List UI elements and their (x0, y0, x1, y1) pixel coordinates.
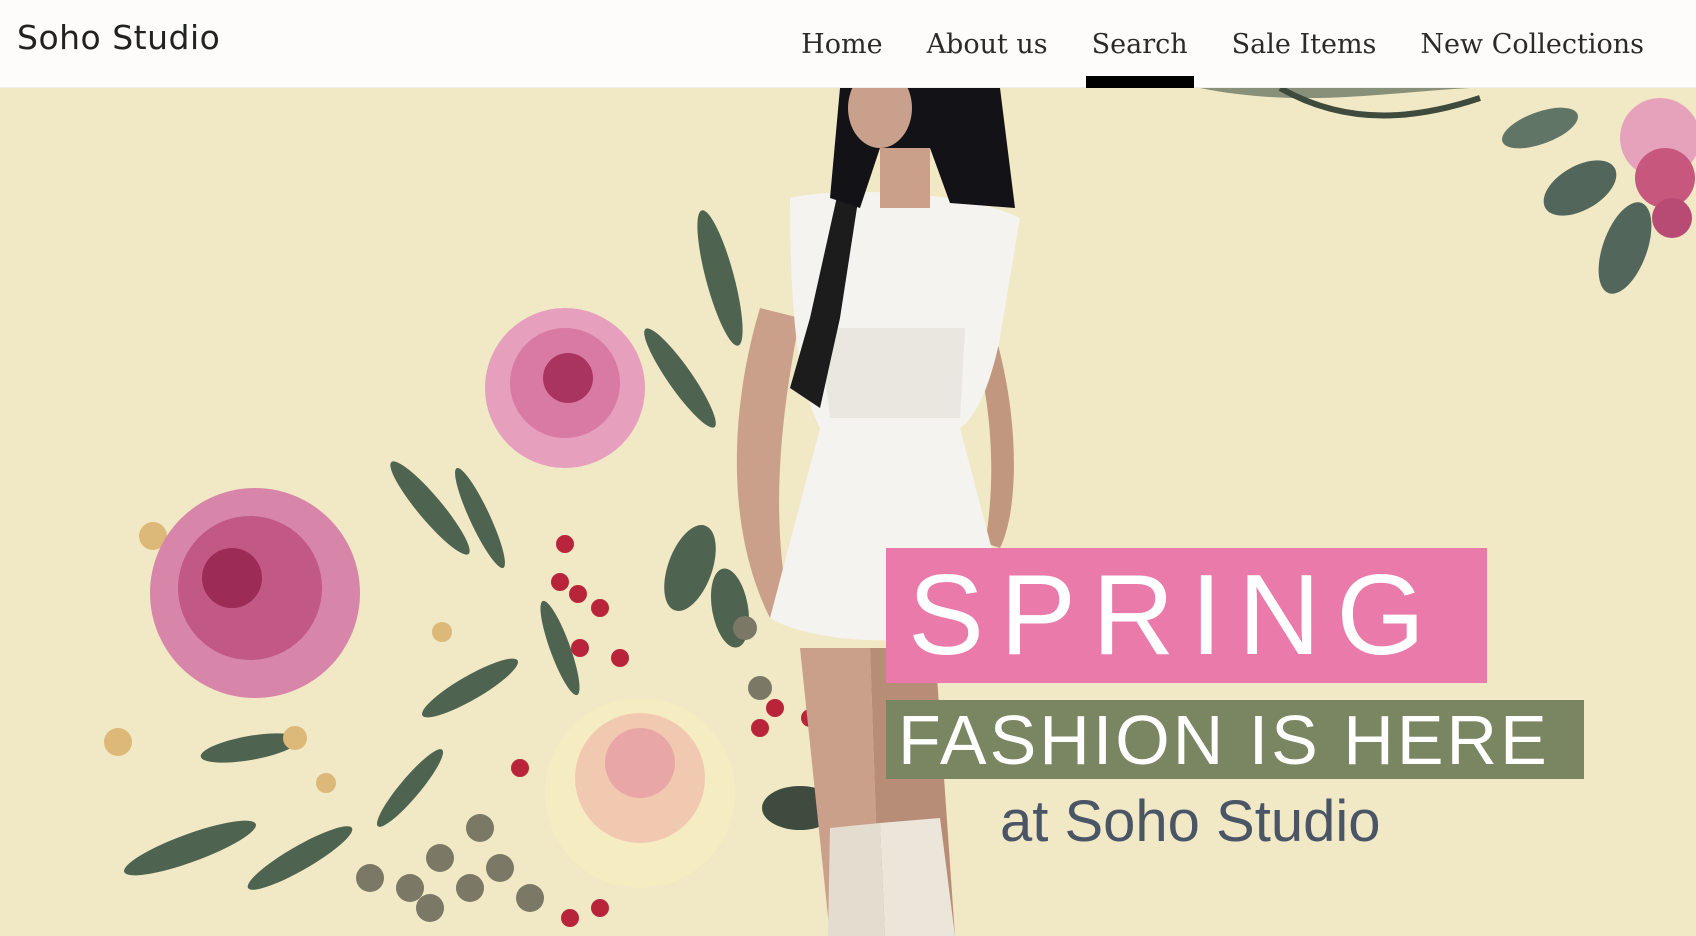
top-navbar: Soho Studio Home About us Search Sale It… (0, 0, 1696, 88)
pink-flower-lower-icon (150, 488, 360, 698)
floral-corner-icon (1200, 88, 1696, 294)
headline-at-soho-studio: at Soho Studio (1000, 789, 1381, 854)
pink-flower-upper-icon (485, 308, 645, 468)
hero-banner: SPRING FASHION IS HERE at Soho Studio (0, 88, 1696, 936)
nav-item-new-collections[interactable]: New Collections (1398, 0, 1666, 88)
rose-icon (545, 698, 735, 888)
main-nav: Home About us Search Sale Items New Coll… (779, 0, 1666, 88)
nav-item-search[interactable]: Search (1070, 0, 1210, 88)
headline-spring: SPRING (886, 548, 1487, 683)
nav-item-sale-items[interactable]: Sale Items (1210, 0, 1399, 88)
headline-fashion-is-here: FASHION IS HERE (886, 700, 1584, 779)
nav-item-home[interactable]: Home (779, 0, 904, 88)
hero-illustration (104, 88, 1696, 936)
nav-item-about-us[interactable]: About us (905, 0, 1070, 88)
brand-logo[interactable]: Soho Studio (17, 18, 220, 57)
